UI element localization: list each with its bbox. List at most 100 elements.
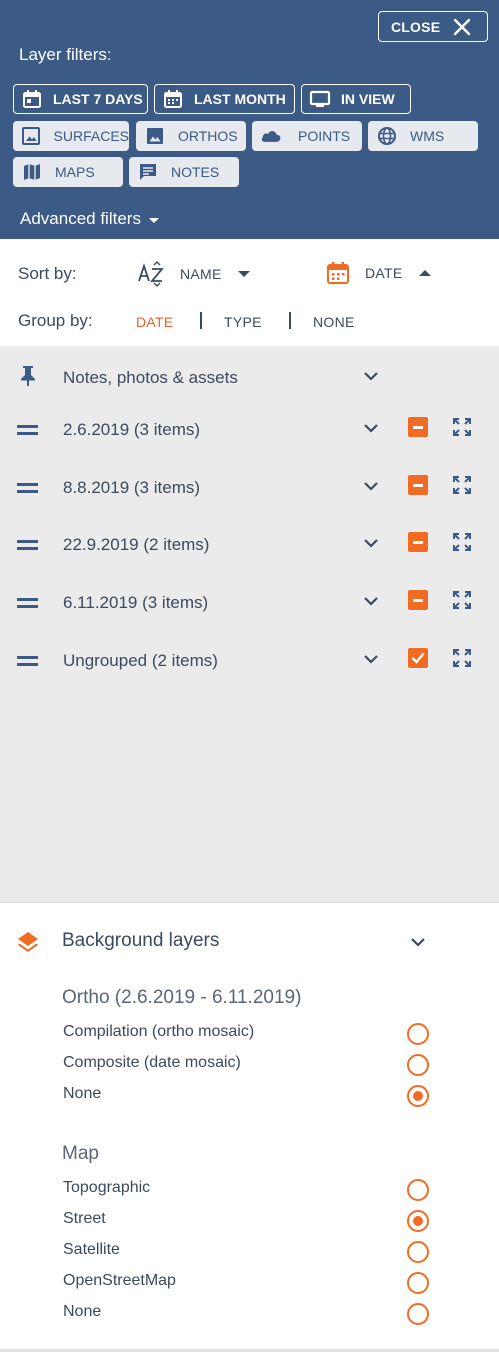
check-icon <box>411 652 425 664</box>
map-option-radio[interactable] <box>407 1241 429 1263</box>
chip-maps[interactable]: MAPS <box>13 157 123 187</box>
map-option-label: Topographic <box>63 1179 151 1196</box>
chip-notes[interactable]: NOTES <box>129 157 239 187</box>
sort-name-button[interactable]: NAME <box>138 261 250 287</box>
chevron-down-icon[interactable] <box>362 650 380 668</box>
close-button-label: CLOSE <box>391 18 441 35</box>
drag-handle-icon[interactable] <box>17 654 38 668</box>
chip-label: POINTS <box>298 128 351 144</box>
chevron-down-icon[interactable] <box>362 367 380 385</box>
chip-in-view[interactable]: IN VIEW <box>301 84 411 114</box>
layer-filters-title: Layer filters: <box>19 45 112 64</box>
layers-icon <box>18 932 38 952</box>
chip-orthos[interactable]: ORTHOS <box>136 121 246 151</box>
layer-group-label: 6.11.2019 (3 items) <box>63 593 209 612</box>
layers-panel: Notes, photos & assets 2.6.2019 (3 items… <box>0 346 499 902</box>
map-option-radio[interactable] <box>407 1272 429 1294</box>
group-separator <box>289 312 291 329</box>
chip-label: NOTES <box>171 164 220 180</box>
calendar-icon <box>21 88 43 110</box>
chip-last-month[interactable]: LAST MONTH <box>154 84 295 114</box>
expand-icon[interactable] <box>452 417 472 437</box>
layer-group-row[interactable]: Ungrouped (2 items) <box>0 642 499 682</box>
image-icon <box>144 125 166 147</box>
chevron-down-icon[interactable] <box>362 534 380 552</box>
caret-down-icon <box>237 271 250 277</box>
layer-group-row[interactable]: 8.8.2019 (3 items) <box>0 469 499 509</box>
layer-group-label: Ungrouped (2 items) <box>63 651 218 670</box>
ortho-section-title: Ortho (2.6.2019 - 6.11.2019) <box>62 987 302 1008</box>
calendar-icon <box>162 88 184 110</box>
chip-wms[interactable]: WMS <box>368 121 478 151</box>
drag-handle-icon[interactable] <box>17 538 38 552</box>
group-visibility-checkbox[interactable] <box>408 648 428 668</box>
advanced-filters-label: Advanced filters <box>20 209 141 228</box>
chip-label: SURFACES <box>53 128 129 144</box>
ortho-option-radio[interactable] <box>407 1023 429 1045</box>
chip-last-7-days[interactable]: LAST 7 DAYS <box>13 84 148 114</box>
caret-down-icon <box>148 217 159 223</box>
drag-handle-icon[interactable] <box>17 596 38 610</box>
background-layers-title: Background layers <box>62 930 220 951</box>
chip-label: MAPS <box>55 164 95 180</box>
ortho-option-label: Compilation (ortho mosaic) <box>63 1023 255 1040</box>
layer-group-row[interactable]: 6.11.2019 (3 items) <box>0 584 499 624</box>
map-option-label: None <box>63 1303 102 1320</box>
close-button[interactable]: CLOSE <box>378 11 488 42</box>
layer-group-row[interactable]: 2.6.2019 (3 items) <box>0 411 499 451</box>
map-option-label: Satellite <box>63 1241 120 1258</box>
map-option-radio[interactable] <box>407 1210 429 1232</box>
layer-group-label: Notes, photos & assets <box>63 368 238 387</box>
chip-label: WMS <box>410 128 445 144</box>
expand-icon[interactable] <box>452 532 472 552</box>
ortho-option-radio[interactable] <box>407 1085 429 1107</box>
sort-date-button[interactable]: DATE <box>326 260 431 286</box>
group-none-option[interactable]: NONE <box>313 314 355 330</box>
calendar-icon <box>327 262 349 284</box>
layer-group-label: 8.8.2019 (3 items) <box>63 478 201 497</box>
map-option-label: OpenStreetMap <box>63 1272 176 1289</box>
group-type-option[interactable]: TYPE <box>224 314 262 330</box>
drag-handle-icon[interactable] <box>17 423 38 437</box>
expand-icon[interactable] <box>452 648 472 668</box>
cloud-icon <box>260 125 282 147</box>
sort-by-label: Sort by: <box>18 264 77 283</box>
map-section-title: Map <box>62 1143 99 1164</box>
group-visibility-checkbox[interactable] <box>408 590 428 610</box>
group-date-option[interactable]: DATE <box>136 314 174 330</box>
chip-points[interactable]: POINTS <box>252 121 362 151</box>
group-separator <box>200 312 202 329</box>
map-option-label: Street <box>63 1210 106 1227</box>
group-visibility-checkbox[interactable] <box>408 417 428 437</box>
monitor-icon <box>309 88 331 110</box>
layer-group-row[interactable]: 22.9.2019 (2 items) <box>0 526 499 566</box>
advanced-filters-toggle[interactable]: Advanced filters <box>20 209 159 229</box>
chip-label: IN VIEW <box>341 91 395 107</box>
layer-filters-header: CLOSE Layer filters: LAST 7 DAYS LAST MO… <box>0 0 499 239</box>
group-visibility-checkbox[interactable] <box>408 532 428 552</box>
expand-icon[interactable] <box>452 475 472 495</box>
group-visibility-checkbox[interactable] <box>408 475 428 495</box>
drag-handle-icon[interactable] <box>17 481 38 495</box>
image-icon <box>21 125 42 147</box>
group-by-label: Group by: <box>18 311 93 330</box>
sort-name-label: NAME <box>180 266 222 282</box>
expand-icon[interactable] <box>452 590 472 610</box>
layer-group-pinned[interactable]: Notes, photos & assets <box>0 359 499 399</box>
chevron-down-icon[interactable] <box>362 592 380 610</box>
chip-surfaces[interactable]: SURFACES <box>13 121 129 151</box>
chip-label: LAST MONTH <box>194 91 286 107</box>
ortho-option-radio[interactable] <box>407 1054 429 1076</box>
chevron-down-icon[interactable] <box>362 477 380 495</box>
map-option-radio[interactable] <box>407 1303 429 1325</box>
chevron-down-icon[interactable] <box>409 933 427 951</box>
globe-icon <box>376 125 398 147</box>
pin-icon <box>21 366 35 386</box>
comment-icon <box>137 161 159 183</box>
map-option-radio[interactable] <box>407 1179 429 1201</box>
chevron-down-icon[interactable] <box>362 419 380 437</box>
divider <box>0 902 499 903</box>
layer-group-label: 2.6.2019 (3 items) <box>63 420 201 439</box>
ortho-option-label: None <box>63 1085 102 1102</box>
sort-date-label: DATE <box>365 265 403 281</box>
